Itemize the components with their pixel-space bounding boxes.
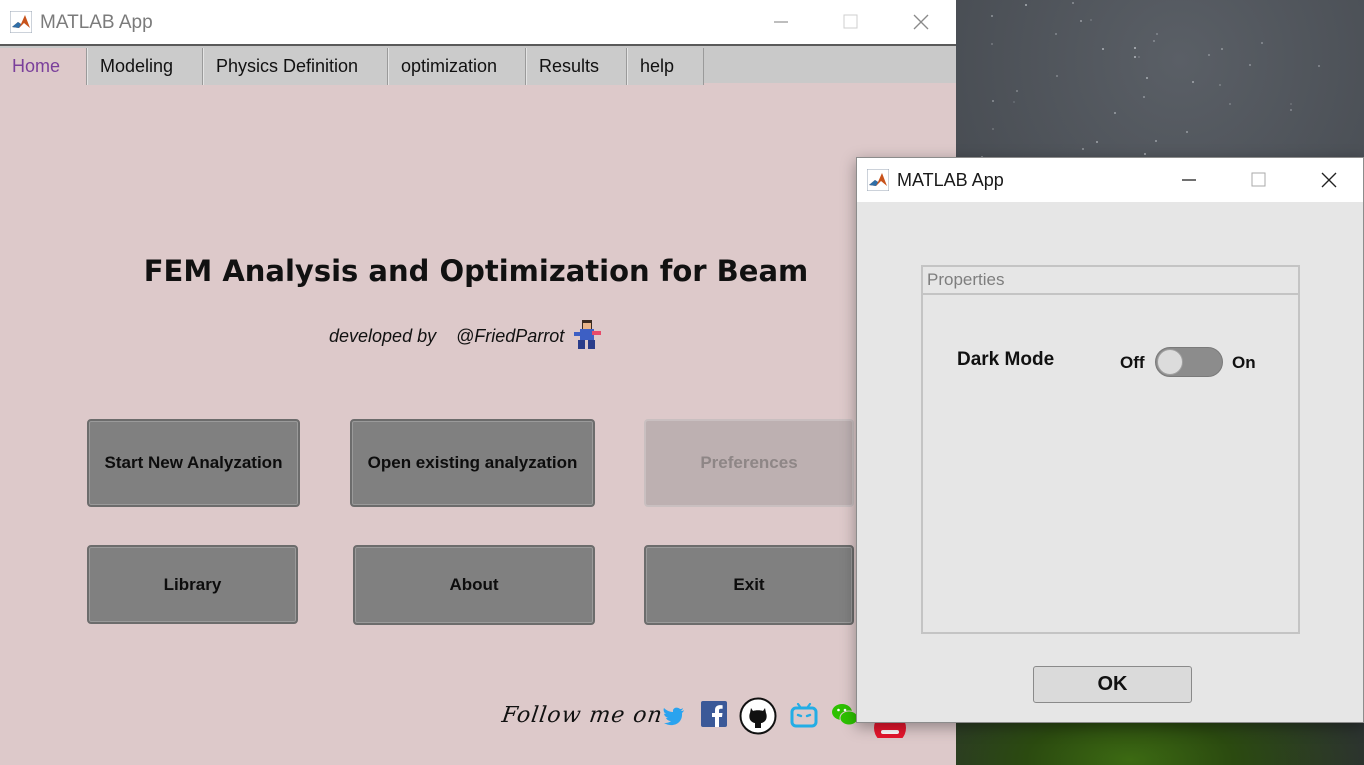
start-new-analyzation-button[interactable]: Start New Analyzation — [87, 419, 300, 507]
desktop-star — [992, 128, 995, 131]
desktop-star — [1024, 3, 1027, 6]
desktop-star — [1185, 131, 1188, 134]
desktop-star — [1143, 152, 1146, 155]
github-icon[interactable] — [739, 697, 777, 735]
desktop-star — [1012, 100, 1015, 103]
matlab-app-icon — [10, 11, 32, 33]
desktop-star — [1096, 141, 1098, 144]
desktop-star — [1154, 139, 1157, 142]
desktop-star — [1015, 90, 1018, 93]
preferences-button[interactable]: Preferences — [644, 419, 854, 507]
preferences-dialog: MATLAB App Properties Dark Mode Off On O… — [856, 157, 1364, 723]
dialog-title: MATLAB App — [897, 170, 1004, 190]
developer-handle: @FriedParrot — [456, 326, 565, 346]
facebook-icon[interactable] — [701, 701, 727, 727]
dialog-close-button[interactable] — [1306, 164, 1352, 196]
minimize-button[interactable] — [758, 6, 804, 38]
desktop-star — [1318, 64, 1321, 67]
desktop-star — [1134, 47, 1137, 50]
desktop-star — [992, 99, 995, 102]
desktop-star — [1153, 40, 1156, 43]
ok-button[interactable]: OK — [1033, 666, 1192, 703]
desktop-star — [1155, 33, 1158, 36]
desktop-star — [991, 43, 994, 46]
desktop-star — [1090, 18, 1093, 21]
desktop-star — [1079, 19, 1082, 22]
dark-mode-label: Dark Mode — [957, 349, 1055, 370]
developed-by-label: developed by — [329, 326, 437, 346]
properties-panel: Properties Dark Mode Off On — [921, 265, 1300, 634]
desktop-star — [1101, 48, 1104, 51]
window-title: MATLAB App — [40, 12, 153, 33]
desktop-star — [1056, 75, 1059, 78]
tab-physics-definition[interactable]: Physics Definition — [203, 48, 388, 85]
toggle-off-label: Off — [1120, 353, 1145, 372]
desktop-star — [1113, 112, 1116, 115]
desktop-star — [1143, 95, 1146, 98]
desktop-star — [990, 14, 993, 17]
tab-bar: Home Modeling Physics Definition optimiz… — [0, 44, 956, 85]
desktop-star — [1071, 2, 1074, 4]
desktop-star — [1260, 42, 1263, 44]
close-icon — [913, 14, 929, 30]
tab-help[interactable]: help — [627, 48, 704, 85]
desktop-star — [1192, 81, 1195, 84]
desktop-star — [1249, 63, 1252, 66]
tab-results[interactable]: Results — [526, 48, 627, 85]
about-button[interactable]: About — [353, 545, 595, 625]
dialog-minimize-button[interactable] — [1166, 164, 1212, 196]
twitter-icon[interactable] — [662, 706, 686, 728]
tab-modeling[interactable]: Modeling — [87, 48, 203, 85]
bilibili-icon[interactable] — [790, 703, 818, 729]
toggle-on-label: On — [1232, 353, 1256, 372]
matlab-app-icon — [867, 169, 889, 191]
tab-optimization[interactable]: optimization — [388, 48, 526, 85]
minimize-icon — [774, 21, 788, 23]
properties-panel-title: Properties — [923, 267, 1298, 295]
toggle-knob[interactable] — [1157, 349, 1183, 375]
page-title: FEM Analysis and Optimization for Beam — [143, 254, 809, 288]
library-button[interactable]: Library — [87, 545, 298, 624]
desktop-star — [1055, 32, 1058, 35]
maximize-icon — [1251, 172, 1266, 187]
desktop-star — [1290, 109, 1293, 112]
close-icon — [1321, 172, 1337, 188]
tab-home[interactable]: Home — [0, 48, 87, 85]
developer-avatar-icon — [574, 320, 601, 349]
desktop-star — [1138, 56, 1141, 59]
main-titlebar: MATLAB App — [0, 0, 956, 44]
main-app-window: MATLAB App Home Modeling Physics Definit… — [0, 0, 956, 765]
desktop-star — [1145, 77, 1148, 80]
maximize-icon — [843, 14, 858, 29]
desktop-star — [1228, 103, 1231, 106]
dialog-maximize-button[interactable] — [1235, 164, 1281, 196]
open-existing-analyzation-button[interactable]: Open existing analyzation — [350, 419, 595, 507]
dark-mode-toggle[interactable] — [1155, 347, 1223, 377]
exit-button[interactable]: Exit — [644, 545, 854, 625]
dialog-titlebar: MATLAB App — [857, 158, 1363, 202]
maximize-button[interactable] — [827, 6, 873, 38]
follow-me-label: Follow me on — [500, 703, 665, 728]
desktop-star — [1220, 47, 1223, 50]
close-button[interactable] — [898, 6, 944, 38]
desktop-star — [1207, 53, 1210, 56]
desktop-star — [1134, 55, 1137, 58]
desktop-star — [1290, 103, 1293, 106]
minimize-icon — [1182, 179, 1196, 181]
desktop-star — [1081, 147, 1084, 150]
desktop-star — [1219, 83, 1222, 86]
